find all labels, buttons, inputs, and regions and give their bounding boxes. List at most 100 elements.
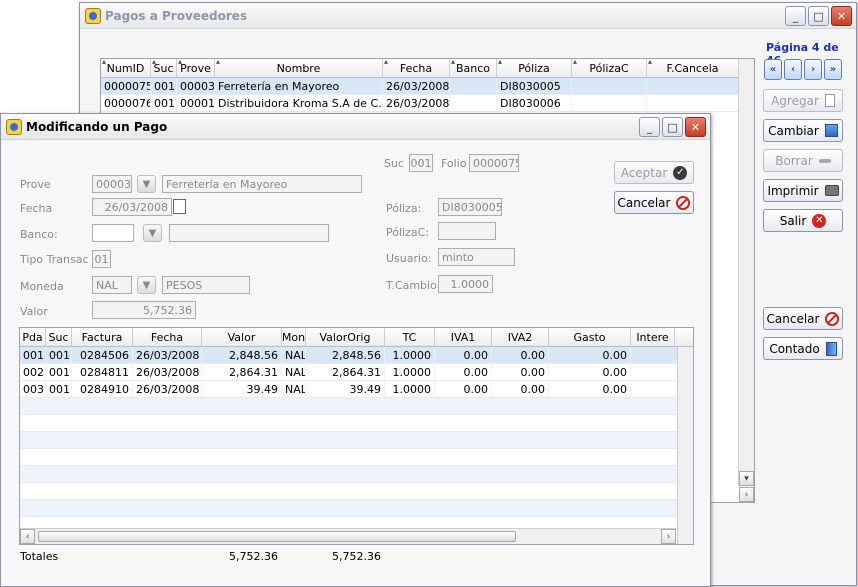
pagos-titlebar[interactable]: Pagos a Proveedores _ □ ✕ <box>80 3 856 29</box>
aceptar-button[interactable]: Aceptar ✓ <box>614 161 694 184</box>
polizac-label: PólizaC: <box>386 226 429 239</box>
first-page-icon[interactable]: « <box>764 59 782 80</box>
agregar-button[interactable]: Agregar <box>763 89 843 112</box>
suc-label: Suc <box>384 157 405 170</box>
totales-label: Totales <box>20 550 59 563</box>
dialog-titlebar[interactable]: Modificando un Pago _ □ ✕ <box>1 114 710 140</box>
close-button[interactable]: ✕ <box>685 117 706 137</box>
col-iva2[interactable]: IVA2 <box>492 328 549 346</box>
col-valor[interactable]: Valor <box>202 328 282 346</box>
close-button[interactable]: ✕ <box>831 6 852 26</box>
banco-name-field[interactable] <box>169 224 329 242</box>
imprimir-button[interactable]: Imprimir <box>763 179 843 202</box>
contado-button[interactable]: Contado <box>763 337 843 360</box>
page-icon <box>824 94 835 107</box>
folio-label: Folio <box>441 157 467 170</box>
col-fecha[interactable]: Fecha <box>133 328 202 346</box>
chevron-down-icon[interactable]: ▼ <box>137 276 156 294</box>
col-iva1[interactable]: IVA1 <box>435 328 492 346</box>
grid-vertical-scrollbar[interactable] <box>677 347 693 544</box>
table-row[interactable]: 0000075 001 00003 Ferretería en Mayoreo … <box>101 78 754 95</box>
suc-field[interactable]: 001 <box>409 154 433 172</box>
maximize-button[interactable]: □ <box>662 117 683 137</box>
cambiar-button[interactable]: Cambiar <box>763 119 843 142</box>
col-poliza[interactable]: Póliza <box>497 59 572 77</box>
app-icon <box>85 7 101 24</box>
book-icon <box>825 341 837 356</box>
col-numid[interactable]: NumID <box>101 59 151 77</box>
last-page-icon[interactable]: » <box>824 59 842 80</box>
moneda-name-field[interactable]: PESOS <box>162 276 250 294</box>
empty-row <box>20 415 693 432</box>
salir-button[interactable]: Salir ✕ <box>763 209 843 232</box>
cancel-icon <box>676 195 691 210</box>
grid-horizontal-scrollbar[interactable]: ‹ › <box>20 528 676 544</box>
fecha-field[interactable]: 26/03/2008 <box>92 198 172 216</box>
chevron-down-icon[interactable]: ▼ <box>137 175 156 193</box>
window-title: Pagos a Proveedores <box>105 8 248 23</box>
usuario-field[interactable]: minto <box>438 248 515 266</box>
table-row[interactable]: 001 001 0284506 26/03/2008 2,848.56 NAL … <box>20 347 693 364</box>
maximize-button[interactable]: □ <box>808 6 829 26</box>
col-suc[interactable]: Suc <box>151 59 177 77</box>
dialog-title: Modificando un Pago <box>26 119 168 134</box>
col-banco[interactable]: Banco <box>450 59 497 77</box>
col-pda[interactable]: Pda <box>20 328 46 346</box>
total-valor: 5,752.36 <box>229 550 278 563</box>
scroll-thumb[interactable] <box>38 531 516 542</box>
col-suc[interactable]: Suc <box>46 328 72 346</box>
prove-name-field[interactable]: Ferretería en Mayoreo <box>162 175 362 193</box>
cancelar-button[interactable]: Cancelar <box>614 191 694 214</box>
next-page-icon[interactable]: › <box>804 59 822 80</box>
app-icon <box>6 118 22 135</box>
poliza-field[interactable]: DI8030005 <box>438 198 502 216</box>
grid-header: Pda Suc Factura Fecha Valor Mon ValorOri… <box>20 328 693 347</box>
prove-code-field[interactable]: 00003 <box>92 175 132 193</box>
grid-vertical-scrollbar[interactable] <box>738 59 754 486</box>
tcambio-field[interactable]: 1.0000 <box>438 275 493 293</box>
col-fecha[interactable]: Fecha <box>383 59 450 77</box>
col-mon[interactable]: Mon <box>282 328 306 346</box>
table-row[interactable]: 003 001 0284910 26/03/2008 39.49 NAL 39.… <box>20 381 693 398</box>
scroll-right-icon[interactable]: › <box>661 529 676 544</box>
printer-icon <box>824 185 839 196</box>
chevron-down-icon[interactable]: ▼ <box>143 224 162 242</box>
moneda-label: Moneda <box>20 280 64 293</box>
polizac-field[interactable] <box>438 222 496 240</box>
empty-row <box>20 500 693 517</box>
col-nombre[interactable]: Nombre <box>215 59 383 77</box>
table-row[interactable]: 002 001 0284811 26/03/2008 2,864.31 NAL … <box>20 364 693 381</box>
valor-field[interactable]: 5,752.36 <box>92 301 196 319</box>
col-factura[interactable]: Factura <box>72 328 133 346</box>
scroll-down-icon[interactable]: ▾ <box>739 471 754 486</box>
folio-field[interactable]: 0000075 <box>469 154 519 172</box>
col-tc[interactable]: TC <box>385 328 435 346</box>
minimize-button[interactable]: _ <box>639 117 660 137</box>
banco-field[interactable] <box>92 224 134 242</box>
col-valororig[interactable]: ValorOrig <box>306 328 385 346</box>
col-prove[interactable]: Prove <box>177 59 215 77</box>
cancelar-pago-button[interactable]: Cancelar <box>763 307 843 330</box>
table-row[interactable]: 0000076 001 00001 Distribuidora Kroma S.… <box>101 95 754 112</box>
banco-label: Banco: <box>20 228 58 241</box>
col-polizac[interactable]: PólizaC <box>572 59 647 77</box>
moneda-code-field[interactable]: NAL <box>92 276 132 294</box>
check-icon: ✓ <box>673 165 688 180</box>
prev-page-icon[interactable]: ‹ <box>784 59 802 80</box>
col-fcancela[interactable]: F.Cancela <box>647 59 739 77</box>
tipo-transac-field[interactable]: 01 <box>92 250 111 268</box>
col-interes[interactable]: Intere <box>631 328 675 346</box>
minimize-button[interactable]: _ <box>785 6 806 26</box>
poliza-label: Póliza: <box>386 202 422 215</box>
picture-icon <box>824 124 838 137</box>
col-gasto[interactable]: Gasto <box>549 328 631 346</box>
close-circle-icon: ✕ <box>812 213 827 228</box>
valor-label: Valor <box>20 305 48 318</box>
empty-row <box>20 449 693 466</box>
scroll-right-icon[interactable]: › <box>739 487 754 502</box>
scroll-left-icon[interactable]: ‹ <box>20 529 35 544</box>
calendar-icon[interactable] <box>173 199 186 214</box>
tipo-transac-label: Tipo Transac <box>20 253 89 266</box>
borrar-button[interactable]: Borrar <box>763 149 843 172</box>
fecha-label: Fecha <box>20 202 53 215</box>
